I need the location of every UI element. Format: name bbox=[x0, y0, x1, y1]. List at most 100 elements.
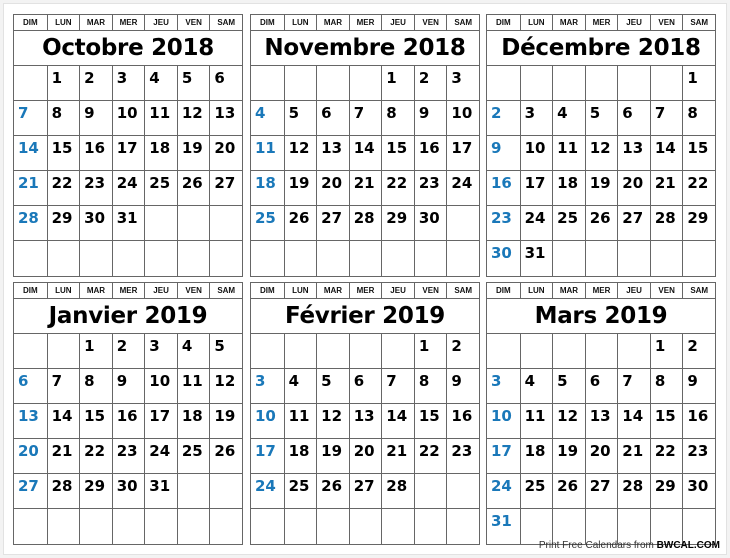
month-title: Décembre 2018 bbox=[487, 31, 715, 66]
day-cell: 5 bbox=[316, 369, 349, 404]
day-cell: 23 bbox=[111, 439, 145, 474]
day-cell: 1 bbox=[649, 334, 683, 369]
day-cell: 11 bbox=[283, 404, 317, 439]
weekday-label: MAR bbox=[552, 283, 585, 298]
day-cell: 24 bbox=[251, 474, 284, 509]
day-cell: 13 bbox=[316, 136, 349, 171]
day-cell: 6 bbox=[316, 101, 349, 136]
day-cell: 3 bbox=[251, 369, 284, 404]
empty-cell bbox=[446, 241, 479, 276]
weekday-label: MER bbox=[584, 283, 618, 298]
day-cell: 3 bbox=[487, 369, 520, 404]
day-cell: 5 bbox=[552, 369, 585, 404]
weekday-label: MAR bbox=[79, 15, 112, 30]
weekday-label: MER bbox=[111, 283, 145, 298]
day-cell: 6 bbox=[617, 101, 650, 136]
footer-brand-link[interactable]: BWCAL.COM bbox=[657, 540, 720, 551]
day-cell: 3 bbox=[144, 334, 177, 369]
day-cell: 26 bbox=[209, 439, 242, 474]
empty-cell bbox=[348, 334, 382, 369]
day-cell: 7 bbox=[381, 369, 414, 404]
day-cell: 24 bbox=[111, 171, 145, 206]
empty-cell bbox=[584, 509, 618, 544]
day-cell: 13 bbox=[14, 404, 47, 439]
empty-cell bbox=[144, 206, 177, 241]
month-calendar: DIM LUN MAR MER JEU VEN SAM Février 2019 1 2 3 4 5 6 7… bbox=[250, 282, 480, 545]
day-cell: 11 bbox=[251, 136, 284, 171]
day-cell: 31 bbox=[491, 512, 512, 530]
day-cell: 4 bbox=[176, 334, 210, 369]
day-cell: 12 bbox=[176, 101, 210, 136]
day-cell: 3 bbox=[519, 101, 553, 136]
weekday-label: SAM bbox=[682, 15, 715, 30]
day-cell: 4 bbox=[519, 369, 553, 404]
empty-cell bbox=[682, 241, 715, 276]
day-cell: 4 bbox=[251, 101, 284, 136]
day-cell: 5 bbox=[176, 66, 210, 101]
month-title: Février 2019 bbox=[251, 299, 479, 334]
day-cell: 31 bbox=[111, 206, 145, 241]
day-cell: 6 bbox=[14, 369, 47, 404]
weekday-label: MER bbox=[348, 283, 382, 298]
empty-cell bbox=[552, 241, 585, 276]
day-cell: 8 bbox=[79, 369, 112, 404]
day-cell: 31 bbox=[519, 241, 553, 276]
day-cell: 30 bbox=[682, 474, 715, 509]
empty-cell bbox=[682, 509, 715, 544]
day-cell: 17 bbox=[519, 171, 553, 206]
empty-cell bbox=[552, 334, 585, 369]
weekday-label: JEU bbox=[144, 283, 177, 298]
day-cell: 5 bbox=[283, 101, 317, 136]
weekday-label: JEU bbox=[144, 15, 177, 30]
empty-cell bbox=[14, 241, 47, 276]
day-cell: 6 bbox=[209, 66, 242, 101]
day-cell: 18 bbox=[251, 171, 284, 206]
day-cell: 10 bbox=[144, 369, 177, 404]
day-cell: 25 bbox=[283, 474, 317, 509]
empty-cell bbox=[519, 509, 553, 544]
day-cell: 25 bbox=[552, 206, 585, 241]
day-cell: 2 bbox=[79, 66, 112, 101]
day-cell: 9 bbox=[682, 369, 715, 404]
day-cell: 27 bbox=[348, 474, 382, 509]
empty-cell bbox=[316, 509, 349, 544]
empty-cell bbox=[584, 66, 618, 101]
empty-cell bbox=[617, 334, 650, 369]
day-cell: 29 bbox=[649, 474, 683, 509]
weekday-label: VEN bbox=[413, 283, 447, 298]
empty-cell bbox=[144, 241, 177, 276]
day-cell: 27 bbox=[617, 206, 650, 241]
day-cell: 10 bbox=[519, 136, 553, 171]
month-calendar: DIM LUN MAR MER JEU VEN SAM Octobre 2018 1 2 3 4 5 6 7… bbox=[13, 14, 243, 277]
day-cell: 14 bbox=[381, 404, 414, 439]
day-grid: 1 2 3 4 5 6 7 8 9 10 11 12 13 14 15 16 17 18 19 20 21 22 23 24 2… bbox=[251, 334, 479, 544]
empty-cell bbox=[283, 66, 317, 101]
empty-cell bbox=[381, 241, 414, 276]
empty-cell bbox=[46, 241, 80, 276]
day-cell: 26 bbox=[176, 171, 210, 206]
day-grid: 1 2 3 4 5 6 7 8 9 10 11 12 13 14 15 16 17 18 19 20 21 22 23 24 2… bbox=[14, 66, 242, 276]
day-cell: 12 bbox=[316, 404, 349, 439]
day-cell: 28 bbox=[14, 206, 47, 241]
day-cell: 21 bbox=[348, 171, 382, 206]
day-cell: 5 bbox=[584, 101, 618, 136]
day-cell: 29 bbox=[682, 206, 715, 241]
weekday-label: JEU bbox=[381, 283, 414, 298]
weekday-label: LUN bbox=[519, 283, 553, 298]
empty-cell bbox=[176, 474, 210, 509]
day-cell: 1 bbox=[79, 334, 112, 369]
day-cell: 20 bbox=[209, 136, 242, 171]
day-cell: 21 bbox=[14, 171, 47, 206]
day-cell: 27 bbox=[14, 474, 47, 509]
day-cell: 21 bbox=[617, 439, 650, 474]
empty-cell bbox=[617, 66, 650, 101]
day-cell: 1 bbox=[413, 334, 447, 369]
empty-cell bbox=[381, 334, 414, 369]
weekday-label: VEN bbox=[176, 283, 210, 298]
day-cell: 25 bbox=[519, 474, 553, 509]
day-cell: 3 bbox=[111, 66, 145, 101]
month-calendar: DIM LUN MAR MER JEU VEN SAM Mars 2019 1 2 3 4 5 6 7 8 9 1… bbox=[486, 282, 716, 545]
day-grid: 1 2 3 4 5 6 7 8 9 10 11 12 13 14 15 16 17 18 19 20 21 22 23 24 2… bbox=[487, 66, 715, 276]
weekday-label: JEU bbox=[381, 15, 414, 30]
day-cell: 9 bbox=[111, 369, 145, 404]
